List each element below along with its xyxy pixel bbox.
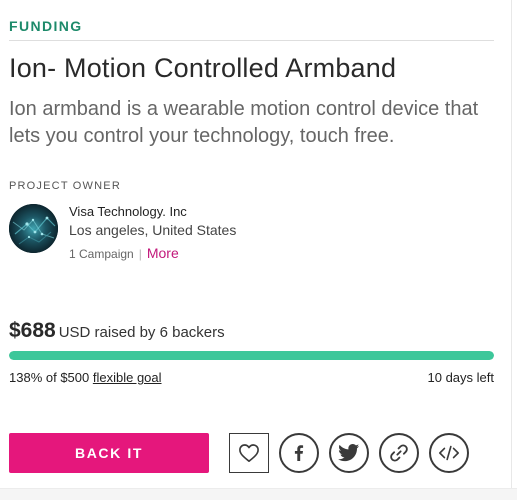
goal-type-link[interactable]: flexible goal: [93, 370, 162, 385]
follow-button[interactable]: [229, 433, 269, 473]
embed-button[interactable]: [429, 433, 469, 473]
share-twitter-button[interactable]: [329, 433, 369, 473]
owner-meta: 1 Campaign | More: [69, 245, 179, 261]
goal-summary: 138% of $500 flexible goal: [9, 370, 162, 385]
raised-text: USD raised by 6 backers: [58, 324, 225, 341]
page-footer-strip: [0, 488, 517, 500]
days-left: 10 days left: [427, 370, 495, 385]
owner-meta-separator: |: [138, 247, 142, 261]
campaign-tagline: Ion armband is a wearable motion control…: [9, 98, 479, 147]
owner-campaign-count: 1 Campaign: [69, 247, 134, 261]
owner-location: Los angeles, United States: [69, 222, 237, 238]
share-facebook-button[interactable]: [279, 433, 319, 473]
owner-avatar[interactable]: [9, 204, 58, 253]
header-divider: [9, 40, 494, 41]
heart-icon: [239, 444, 259, 462]
campaign-title: Ion- Motion Controlled Armband: [9, 53, 397, 83]
percent-of-goal: 138% of $500: [9, 370, 90, 385]
owner-more-link[interactable]: More: [147, 245, 179, 261]
funds-raised: $688 USD raised by 6 backers: [9, 319, 225, 343]
facebook-icon: [294, 445, 304, 461]
back-it-button[interactable]: BACK IT: [9, 433, 209, 473]
owner-name[interactable]: Visa Technology. Inc: [69, 204, 187, 219]
campaign-page: FUNDING Ion- Motion Controlled Armband I…: [0, 0, 517, 500]
funding-progress-bar: [9, 351, 494, 360]
project-owner-heading: PROJECT OWNER: [9, 180, 121, 192]
copy-link-button[interactable]: [379, 433, 419, 473]
content-edge-line: [511, 0, 512, 488]
funding-progress-fill: [9, 351, 494, 360]
twitter-icon: [338, 444, 360, 462]
company-avatar-icon: [9, 204, 58, 253]
link-icon: [390, 444, 408, 462]
category-label[interactable]: FUNDING: [9, 18, 83, 34]
embed-code-icon: [439, 445, 459, 461]
raised-amount: $688: [9, 319, 56, 342]
